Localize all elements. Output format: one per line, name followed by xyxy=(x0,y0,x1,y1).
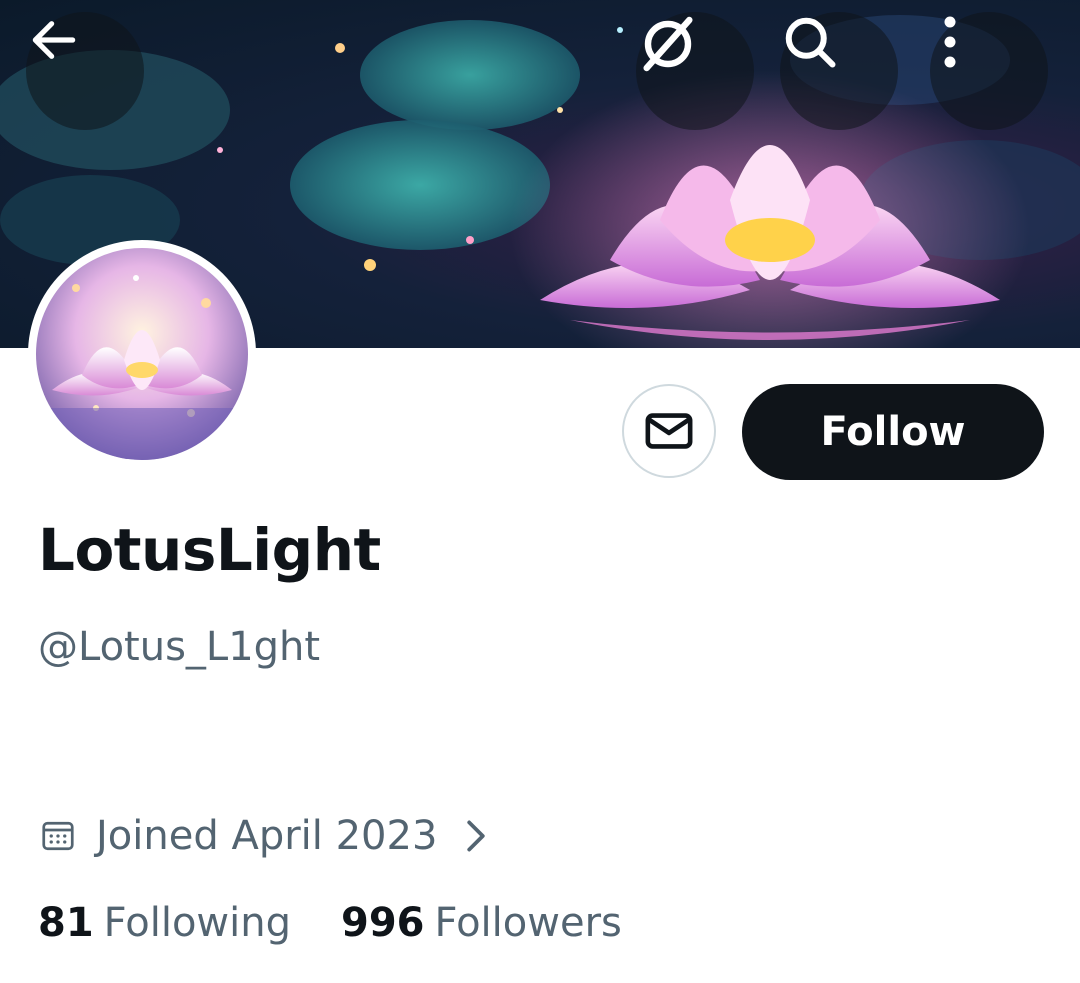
followers-label: Followers xyxy=(434,900,622,946)
back-button[interactable] xyxy=(26,12,144,130)
grok-icon xyxy=(643,16,693,72)
following-count: 81 xyxy=(38,900,94,946)
joined-date-row[interactable]: Joined April 2023 xyxy=(40,806,487,866)
display-name: LotusLight xyxy=(38,516,381,584)
user-handle: @Lotus_L1ght xyxy=(38,624,321,670)
profile-page: Follow LotusLight @Lotus_L1ght Joined Ap… xyxy=(0,0,1080,983)
following-label: Following xyxy=(103,900,291,946)
arrow-left-icon xyxy=(32,21,76,59)
chevron-right-icon xyxy=(467,820,486,852)
avatar[interactable] xyxy=(28,240,256,468)
grok-button[interactable] xyxy=(636,12,754,130)
follow-button[interactable]: Follow xyxy=(742,384,1044,480)
following-link[interactable]: 81 Following xyxy=(38,900,291,946)
envelope-icon xyxy=(645,413,693,449)
avatar-image xyxy=(36,248,248,460)
joined-date: Joined April 2023 xyxy=(96,813,438,859)
followers-count: 996 xyxy=(341,900,425,946)
calendar-icon xyxy=(42,821,74,851)
more-button[interactable] xyxy=(930,12,1048,130)
follow-stats: 81 Following 996 Followers xyxy=(38,900,622,946)
message-button[interactable] xyxy=(622,384,716,478)
more-vertical-icon xyxy=(944,16,956,68)
search-icon xyxy=(785,17,836,68)
followers-link[interactable]: 996 Followers xyxy=(341,900,622,946)
search-button[interactable] xyxy=(780,12,898,130)
